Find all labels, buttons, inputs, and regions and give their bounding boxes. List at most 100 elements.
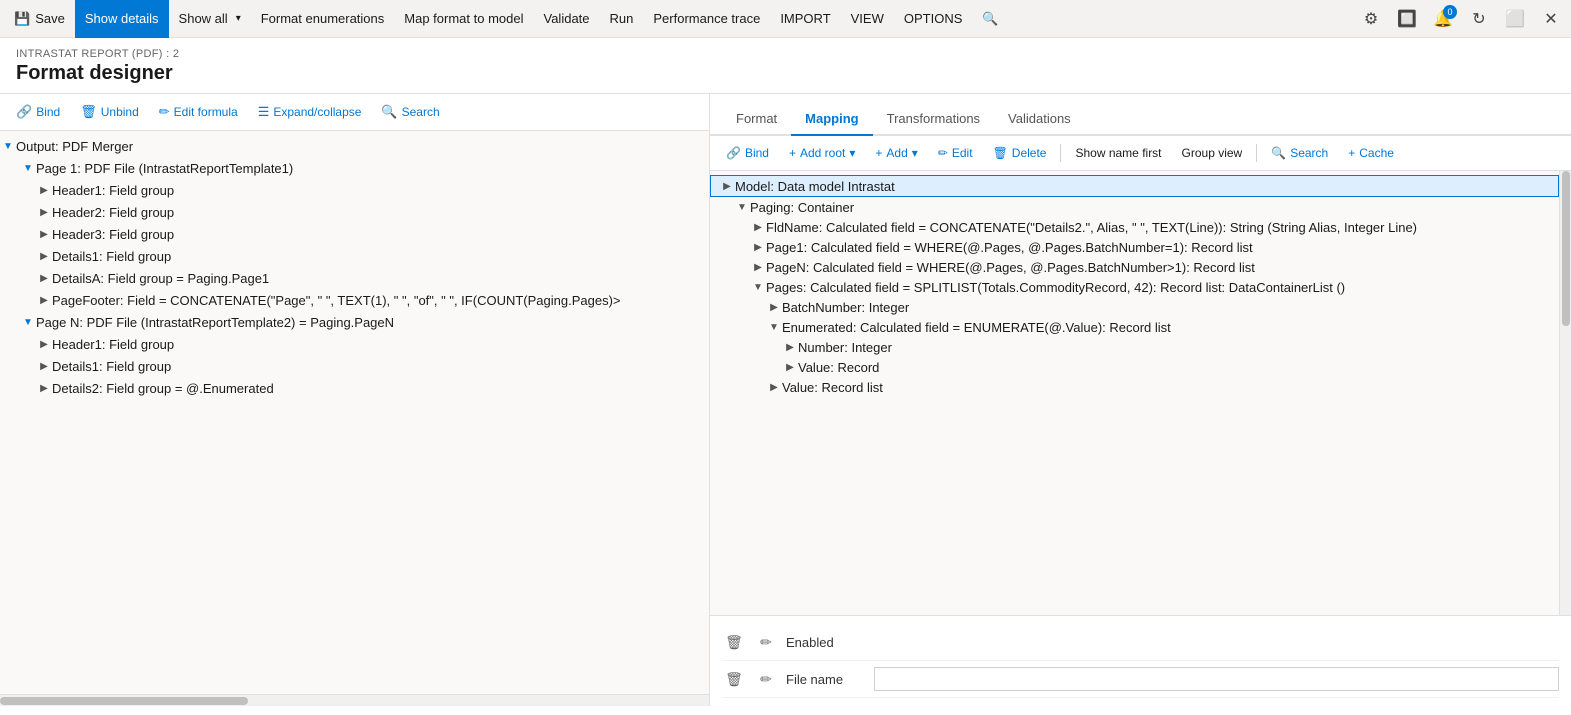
model-toggle-icon[interactable]: ▶ [750,259,766,275]
scrollbar-thumb[interactable] [0,697,248,705]
tree-item[interactable]: ▶Header1: Field group⋯ [0,179,709,201]
filename-edit-button[interactable]: ✏ [754,667,778,691]
model-toggle-icon[interactable]: ▶ [750,219,766,235]
refresh-icon-button[interactable]: ↻ [1463,3,1495,35]
tree-item[interactable]: ▶DetailsA: Field group = Paging.Page1⋯ [0,267,709,289]
model-item[interactable]: ▼Paging: Container [710,197,1559,217]
model-item[interactable]: ▶Page1: Calculated field = WHERE(@.Pages… [710,237,1559,257]
tree-toggle-icon[interactable]: ▶ [36,292,52,308]
right-search-icon: 🔍 [1271,146,1286,160]
edit-formula-button[interactable]: ✏ Edit formula [151,100,246,124]
model-item[interactable]: ▶Model: Data model Intrastat [710,175,1559,197]
tab-transformations[interactable]: Transformations [873,103,994,136]
model-toggle-icon[interactable]: ▼ [766,319,782,335]
tree-item[interactable]: ▶PageFooter: Field = CONCATENATE("Page",… [0,289,709,311]
tree-item[interactable]: ▶Header3: Field group⋯ [0,223,709,245]
show-all-button[interactable]: Show all [169,0,251,38]
import-button[interactable]: IMPORT [770,0,840,38]
validate-button[interactable]: Validate [534,0,600,38]
model-toggle-icon[interactable]: ▶ [750,239,766,255]
tree-item[interactable]: ▶Details2: Field group = @.Enumerated⋯ [0,377,709,399]
save-button[interactable]: 💾 Save [4,0,75,38]
tree-item-label: Details1: Field group [52,249,679,264]
model-item[interactable]: ▶Value: Record list [710,377,1559,397]
add-button[interactable]: + Add ▾ [867,142,925,164]
unbind-icon: 🗑 [80,104,97,120]
tree-item[interactable]: ▶Details1: Field group⋯ [0,355,709,377]
model-item[interactable]: ▶FldName: Calculated field = CONCATENATE… [710,217,1559,237]
model-toggle-icon[interactable]: ▶ [782,339,798,355]
resize-icon-button[interactable]: ⬜ [1499,3,1531,35]
filename-delete-button[interactable]: 🗑 [722,667,746,691]
main-toolbar: 💾 Save Show details Show all Format enum… [0,0,1571,38]
tree-item[interactable]: ▶Details1: Field group⋯ [0,245,709,267]
tree-toggle-icon[interactable]: ▼ [0,138,16,154]
edit-button[interactable]: ✏ Edit [930,142,981,164]
vertical-scrollbar-thumb[interactable] [1562,171,1570,326]
notifications-button[interactable]: 🔔 0 [1427,3,1459,35]
model-toggle-icon[interactable]: ▶ [766,379,782,395]
tab-mapping[interactable]: Mapping [791,103,872,136]
tree-toggle-icon[interactable]: ▶ [36,248,52,264]
tree-toggle-icon[interactable]: ▶ [36,270,52,286]
tab-validations[interactable]: Validations [994,103,1085,136]
model-toggle-icon[interactable]: ▼ [734,199,750,215]
right-bind-button[interactable]: 🔗 Bind [718,142,777,164]
right-toolbar: 🔗 Bind + Add root ▾ + Add ▾ ✏ Edit 🗑 Del… [710,136,1571,171]
add-root-button[interactable]: + Add root ▾ [781,142,863,164]
show-details-button[interactable]: Show details [75,0,169,38]
tree-item[interactable]: ▼Output: PDF Merger⋯ [0,135,709,157]
model-toggle-icon[interactable]: ▶ [766,299,782,315]
tree-toggle-icon[interactable]: ▶ [36,336,52,352]
delete-button[interactable]: 🗑 Delete [985,142,1055,164]
right-search-button[interactable]: 🔍 Search [1263,142,1336,164]
bind-button[interactable]: 🔗 Bind [8,100,68,124]
view-button[interactable]: VIEW [841,0,894,38]
tree-toggle-icon[interactable]: ▼ [20,160,36,176]
enabled-delete-button[interactable]: 🗑 [722,630,746,654]
group-view-button[interactable]: Group view [1174,142,1251,164]
model-item[interactable]: ▶Number: Integer [710,337,1559,357]
tree-item[interactable]: ▶Header2: Field group⋯ [0,201,709,223]
model-item-label: Number: Integer [798,340,892,355]
horizontal-scrollbar[interactable] [0,694,709,706]
left-search-button[interactable]: 🔍 Search [373,100,447,124]
model-toggle-icon[interactable]: ▼ [750,279,766,295]
model-item-label: Page1: Calculated field = WHERE(@.Pages,… [766,240,1253,255]
run-button[interactable]: Run [600,0,644,38]
tree-toggle-icon[interactable]: ▶ [36,380,52,396]
extensions-icon-button[interactable]: 🔲 [1391,3,1423,35]
model-item[interactable]: ▼Enumerated: Calculated field = ENUMERAT… [710,317,1559,337]
expand-collapse-button[interactable]: ☰ Expand/collapse [250,100,370,124]
global-search-button[interactable]: 🔍 [972,0,1008,38]
tree-toggle-icon[interactable]: ▶ [36,182,52,198]
close-icon-button[interactable]: ✕ [1535,3,1567,35]
format-enumerations-button[interactable]: Format enumerations [251,0,395,38]
tree-toggle-icon[interactable]: ▼ [20,314,36,330]
model-item[interactable]: ▶PageN: Calculated field = WHERE(@.Pages… [710,257,1559,277]
performance-trace-button[interactable]: Performance trace [643,0,770,38]
enabled-edit-button[interactable]: ✏ [754,630,778,654]
model-item[interactable]: ▼Pages: Calculated field = SPLITLIST(Tot… [710,277,1559,297]
model-item[interactable]: ▶BatchNumber: Integer [710,297,1559,317]
tree-item-label: DetailsA: Field group = Paging.Page1 [52,271,679,286]
model-toggle-icon[interactable]: ▶ [719,178,735,194]
tree-item[interactable]: ▼Page N: PDF File (IntrastatReportTempla… [0,311,709,333]
tree-toggle-icon[interactable]: ▶ [36,204,52,220]
map-format-to-model-button[interactable]: Map format to model [394,0,533,38]
tree-toggle-icon[interactable]: ▶ [36,226,52,242]
unbind-button[interactable]: 🗑 Unbind [72,100,147,124]
options-button[interactable]: OPTIONS [894,0,973,38]
tree-toggle-icon[interactable]: ▶ [36,358,52,374]
vertical-scrollbar[interactable] [1559,171,1571,615]
tree-item[interactable]: ▼Page 1: PDF File (IntrastatReportTempla… [0,157,709,179]
show-name-first-button[interactable]: Show name first [1067,142,1169,164]
filename-input[interactable] [874,667,1559,691]
model-item-label: Pages: Calculated field = SPLITLIST(Tota… [766,280,1345,295]
cache-button[interactable]: + Cache [1340,142,1402,164]
model-item[interactable]: ▶Value: Record [710,357,1559,377]
tab-format[interactable]: Format [722,103,791,136]
model-toggle-icon[interactable]: ▶ [782,359,798,375]
settings-icon-button[interactable]: ⚙ [1355,3,1387,35]
tree-item[interactable]: ▶Header1: Field group⋯ [0,333,709,355]
